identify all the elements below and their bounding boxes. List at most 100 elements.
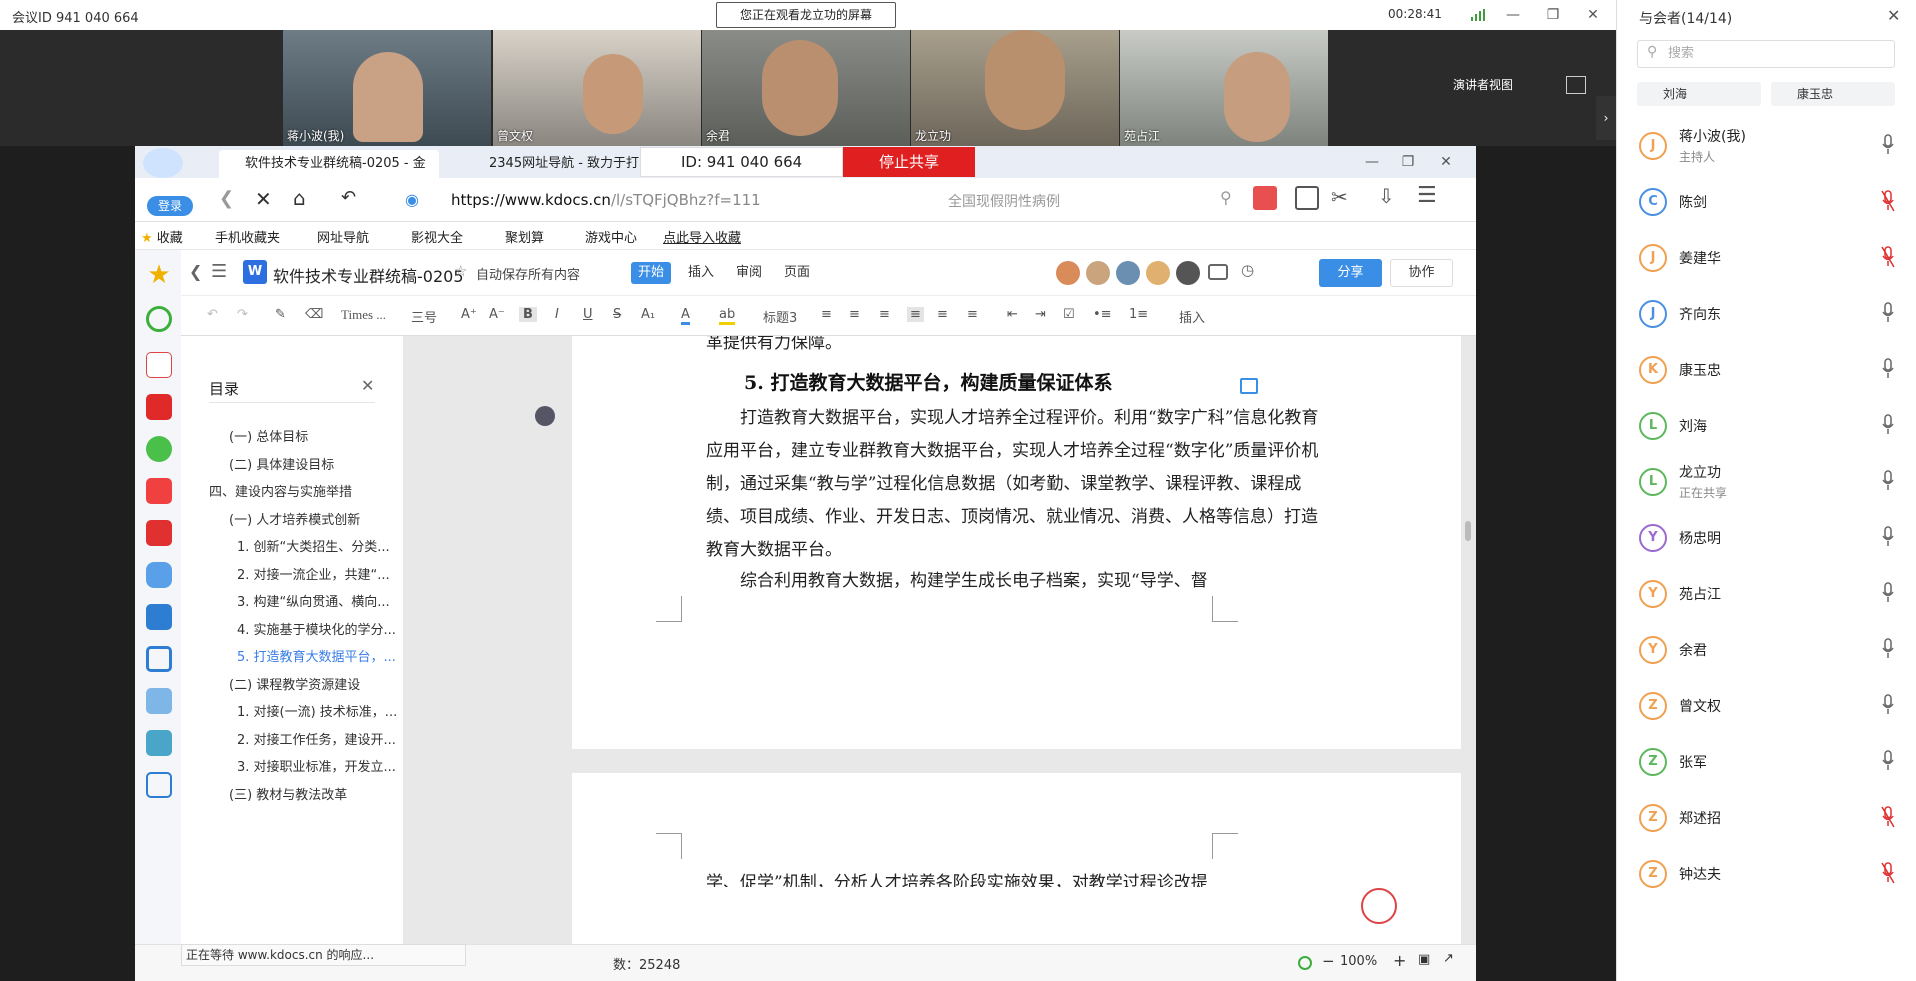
minimize-icon[interactable]: — <box>1502 4 1524 26</box>
taobao-icon[interactable] <box>146 478 172 504</box>
bullet-list-icon[interactable]: •≡ <box>1093 307 1112 322</box>
mic-icon[interactable] <box>1881 582 1895 604</box>
mic-icon[interactable] <box>1881 134 1895 156</box>
scissors-icon[interactable]: ✂ <box>1331 185 1348 209</box>
back-icon[interactable]: ❮ <box>189 262 202 281</box>
fit-icon[interactable]: ▣ <box>1418 952 1430 967</box>
close-icon[interactable]: ✕ <box>1887 6 1900 25</box>
insert-button[interactable]: 插入 <box>1179 307 1205 326</box>
redo-icon[interactable]: ↷ <box>237 307 248 322</box>
outline-item[interactable]: 1. 创新“大类招生、分类... <box>237 536 390 555</box>
text-effect-icon[interactable]: A₁ <box>641 307 655 322</box>
apps-icon[interactable] <box>1295 186 1319 210</box>
outline-item[interactable]: (一) 人才培养模式创新 <box>229 509 360 528</box>
line-spacing-icon[interactable]: ≡ <box>967 307 978 322</box>
doc-paragraph[interactable]: 打造教育大数据平台，实现人才培养全过程评价。利用“数字广科”信息化教育应用平台，… <box>706 402 1326 567</box>
mic-icon[interactable] <box>1881 302 1895 324</box>
undo-icon[interactable]: ↶ <box>341 187 356 208</box>
import-favorites-link[interactable]: 点此导入收藏 <box>663 227 741 246</box>
justify-icon[interactable]: ≡ <box>907 307 924 322</box>
tab-review[interactable]: 审阅 <box>729 262 769 284</box>
avatar[interactable] <box>1116 261 1140 285</box>
highlight-icon[interactable]: ab <box>719 307 736 325</box>
back-icon[interactable]: ❮ <box>219 188 234 209</box>
scrollbar[interactable] <box>1465 521 1471 541</box>
align-left-icon[interactable]: ≡ <box>821 307 832 322</box>
outline-item[interactable]: 1. 对接(一流) 技术标准，... <box>237 701 397 720</box>
outline-item[interactable]: 5. 打造教育大数据平台，... <box>237 646 396 665</box>
strikethrough-button[interactable]: S <box>613 307 621 322</box>
mic-icon[interactable] <box>1881 638 1895 660</box>
mic-icon[interactable] <box>1881 470 1895 492</box>
menu-icon[interactable]: ☰ <box>1417 183 1437 208</box>
restore-icon[interactable]: ❐ <box>1542 4 1564 26</box>
avatar[interactable] <box>1086 261 1110 285</box>
participant-row[interactable]: C 陈剑 <box>1617 174 1916 230</box>
star-icon[interactable]: ★ <box>146 262 172 288</box>
news-icon[interactable] <box>146 394 172 420</box>
game-icon[interactable] <box>146 562 172 588</box>
increase-font-icon[interactable]: A⁺ <box>461 307 477 322</box>
minimize-icon[interactable]: — <box>1361 151 1383 173</box>
outline-item[interactable]: 2. 对接一流企业，共建“... <box>237 564 390 583</box>
participant-row[interactable]: K 康玉忠 <box>1617 342 1916 398</box>
search-icon[interactable]: ⚲ <box>1220 188 1232 207</box>
add-comment-icon[interactable] <box>1240 378 1258 394</box>
avatar[interactable] <box>1146 261 1170 285</box>
numbered-list-icon[interactable]: 1≡ <box>1129 307 1148 322</box>
mic-muted-icon[interactable] <box>1881 806 1895 828</box>
home-icon[interactable]: ⌂ <box>293 186 306 210</box>
desktop-icon[interactable] <box>146 772 172 798</box>
presenter-view-button[interactable]: 演讲者视图 <box>1453 76 1513 93</box>
mic-icon[interactable] <box>1881 358 1895 380</box>
avatar[interactable] <box>1056 261 1080 285</box>
search-field[interactable]: 全国现假阴性病例 <box>948 191 1060 211</box>
url-field[interactable]: https://www.kdocs.cn/l/sTQFjQBhz?f=111 <box>451 191 761 209</box>
outline-item[interactable]: (三) 教材与教法改革 <box>229 784 347 803</box>
fullscreen-icon[interactable]: ↗ <box>1443 951 1454 966</box>
chat-icon[interactable] <box>146 436 172 462</box>
mic-icon[interactable] <box>1881 414 1895 436</box>
doc-paragraph[interactable]: 综合利用教育大数据，构建学生成长电子档案，实现“导学、督 <box>706 565 1326 598</box>
undo-icon[interactable]: ↶ <box>207 307 218 322</box>
outline-item[interactable]: 3. 对接职业标准，开发立... <box>237 756 396 775</box>
browser-tab[interactable]: 软件技术专业群统稿-0205 - 金 <box>219 150 439 178</box>
favorites-menu[interactable]: ★ 收藏 <box>141 227 183 246</box>
doc-paragraph[interactable]: 革提供有力保障。 <box>706 336 842 353</box>
participant-row[interactable]: J 齐向东 <box>1617 286 1916 342</box>
stop-share-button[interactable]: 停止共享 <box>843 147 975 177</box>
calendar-icon[interactable] <box>146 352 172 378</box>
outline-item[interactable]: 3. 构建“纵向贯通、横向... <box>237 591 390 610</box>
avatar[interactable] <box>1176 261 1200 285</box>
tab-page[interactable]: 页面 <box>777 262 817 284</box>
doc-title[interactable]: 软件技术专业群统稿-0205 <box>273 263 464 287</box>
shopping-icon[interactable] <box>1253 186 1277 210</box>
align-right-icon[interactable]: ≡ <box>879 307 890 322</box>
participant-row[interactable]: J 姜建华 <box>1617 230 1916 286</box>
login-button[interactable]: 登录 <box>147 196 193 216</box>
mic-icon[interactable] <box>1881 526 1895 548</box>
browser-tab[interactable]: 2345网址导航 - 致力于打 <box>463 150 643 178</box>
assistant-mascot-icon[interactable] <box>1361 888 1397 924</box>
participant-row[interactable]: Z 钟达夫 <box>1617 846 1916 902</box>
mic-muted-icon[interactable] <box>1881 190 1895 212</box>
video-icon[interactable] <box>146 604 172 630</box>
video-tile[interactable]: 余君 <box>702 30 910 146</box>
participant-row[interactable]: L 刘海 <box>1617 398 1916 454</box>
watching-banner[interactable]: 您正在观看龙立功的屏幕 <box>716 2 896 28</box>
participant-chip[interactable]: 康玉忠 <box>1771 82 1895 106</box>
fav-item[interactable]: 影视大全 <box>411 227 463 246</box>
fav-item[interactable]: 手机收藏夹 <box>215 227 280 246</box>
checkbox-icon[interactable]: ☑ <box>1063 307 1075 322</box>
close-icon[interactable]: ✕ <box>361 376 374 395</box>
video-call-icon[interactable] <box>1208 264 1228 280</box>
fav-item[interactable]: 聚划算 <box>505 227 544 246</box>
zoom-level[interactable]: 100% <box>1340 954 1377 969</box>
doc-paragraph[interactable]: 学、促学”机制，分析人才培养各阶段实施效果，对教学过程诊改提 <box>706 867 1326 887</box>
mic-icon[interactable] <box>1881 750 1895 772</box>
outline-item[interactable]: 4. 实施基于模块化的学分... <box>237 619 396 638</box>
align-center-icon[interactable]: ≡ <box>849 307 860 322</box>
format-painter-icon[interactable]: ✎ <box>275 307 286 322</box>
outline-item[interactable]: 2. 对接工作任务，建设开... <box>237 729 396 748</box>
heading-style-select[interactable]: 标题3 <box>763 307 797 326</box>
